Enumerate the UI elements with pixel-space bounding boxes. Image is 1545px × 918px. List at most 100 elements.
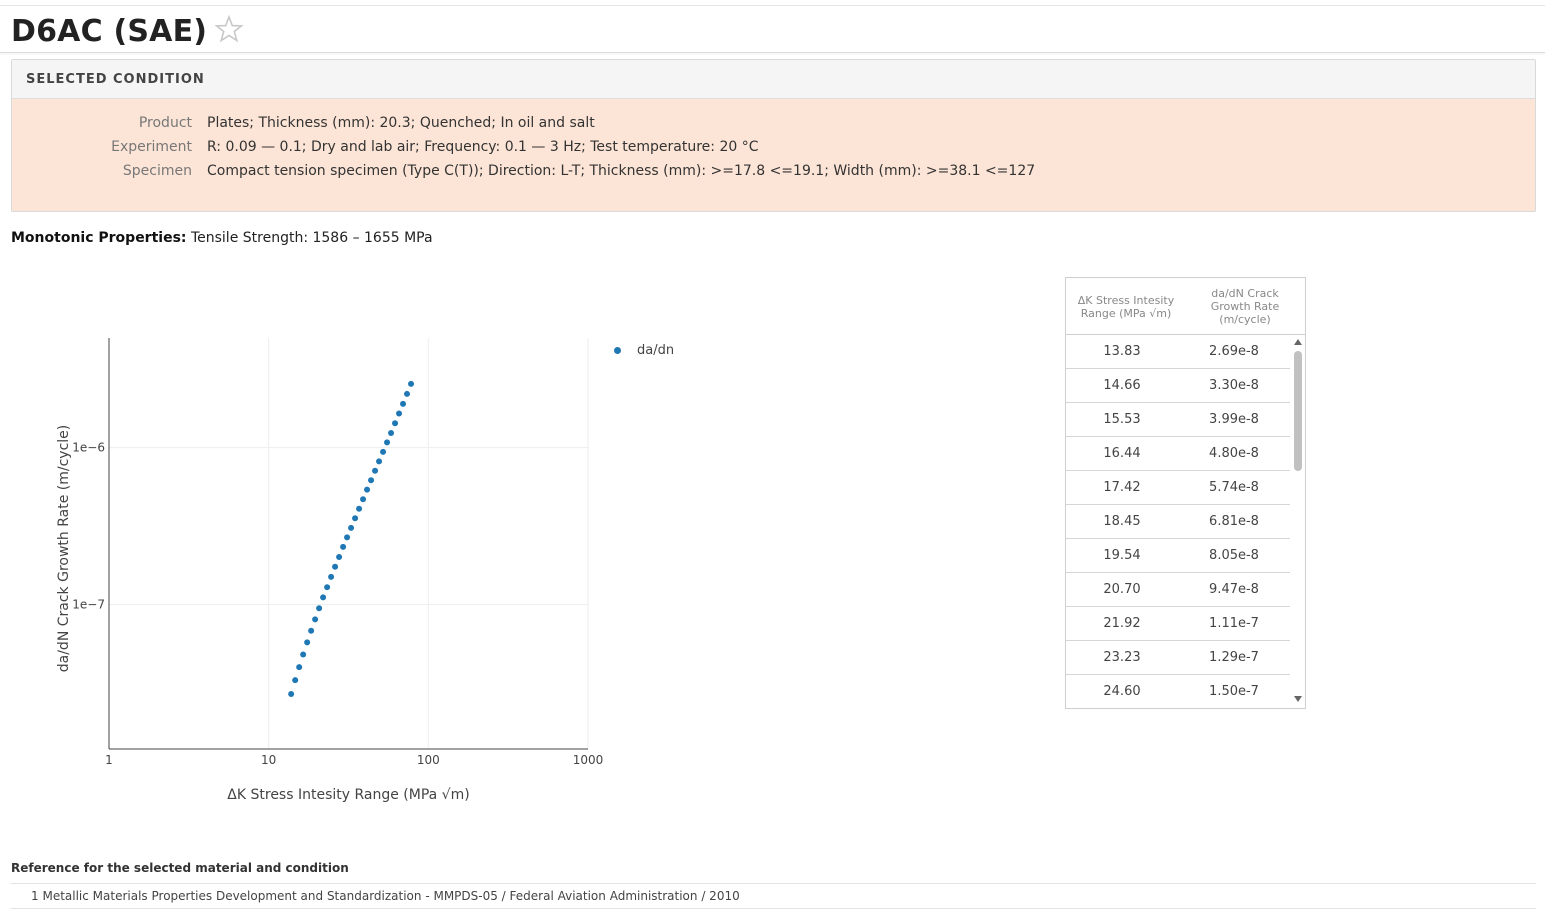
cell-dadn: 1.50e-7 xyxy=(1209,684,1259,699)
cell-dadn: 9.47e-8 xyxy=(1209,582,1259,597)
condition-label: Specimen xyxy=(122,163,192,179)
data-point xyxy=(304,639,311,646)
monotonic-value: Tensile Strength: 1586 – 1655 MPa xyxy=(190,230,433,246)
data-point xyxy=(348,524,355,531)
cell-delta-k: 21.92 xyxy=(1103,616,1141,631)
column-header-dadn[interactable]: da/dN Crack Growth Rate (m/cycle) xyxy=(1190,287,1300,326)
data-point xyxy=(396,410,403,417)
data-point xyxy=(328,573,335,580)
cell-delta-k: 19.54 xyxy=(1103,548,1141,563)
reference-title: Reference for the selected material and … xyxy=(11,861,349,875)
cell-delta-k: 13.83 xyxy=(1103,344,1141,359)
data-point xyxy=(352,515,359,522)
cell-dadn: 1.11e-7 xyxy=(1209,616,1259,631)
data-point xyxy=(292,677,299,684)
data-point xyxy=(380,448,387,455)
data-table: ΔK Stress Intesity Range (MPa √m) da/dN … xyxy=(1065,277,1306,709)
table-row[interactable]: 20.70 9.47e-8 xyxy=(1066,573,1290,607)
x-axis-title: ΔK Stress Intesity Range (MPa √m) xyxy=(227,787,469,803)
condition-row-product: Product Plates; Thickness (mm): 20.3; Qu… xyxy=(12,115,1535,135)
y-tick-label: 1e−6 xyxy=(72,441,105,455)
table-row[interactable]: 21.92 1.11e-7 xyxy=(1066,607,1290,641)
table-row[interactable]: 19.54 8.05e-8 xyxy=(1066,539,1290,573)
data-point xyxy=(408,380,415,387)
reference-text[interactable]: Metallic Materials Properties Developmen… xyxy=(42,889,739,903)
data-point xyxy=(360,496,367,503)
table-row[interactable]: 18.45 6.81e-8 xyxy=(1066,505,1290,539)
table-row[interactable]: 14.66 3.30e-8 xyxy=(1066,369,1290,403)
reference-divider xyxy=(11,883,1536,884)
data-point xyxy=(400,400,407,407)
x-tick-label: 10 xyxy=(261,753,276,767)
scroll-up-arrow-icon[interactable] xyxy=(1294,339,1302,345)
x-tick-label: 100 xyxy=(417,753,440,767)
cell-dadn: 1.29e-7 xyxy=(1209,650,1259,665)
panel-heading: SELECTED CONDITION xyxy=(26,72,205,87)
cell-delta-k: 20.70 xyxy=(1103,582,1141,597)
column-header-delta-k[interactable]: ΔK Stress Intesity Range (MPa √m) xyxy=(1070,294,1182,320)
condition-label: Experiment xyxy=(111,139,192,155)
scrollbar-thumb[interactable] xyxy=(1294,351,1302,471)
data-point xyxy=(404,390,411,397)
y-tick-label: 1e−7 xyxy=(72,598,105,612)
table-row[interactable]: 17.42 5.74e-8 xyxy=(1066,471,1290,505)
data-point xyxy=(324,584,331,591)
cell-dadn: 5.74e-8 xyxy=(1209,480,1259,495)
cell-delta-k: 23.23 xyxy=(1103,650,1141,665)
cell-delta-k: 18.45 xyxy=(1103,514,1141,529)
legend-marker xyxy=(614,347,621,354)
data-point xyxy=(300,651,307,658)
data-point xyxy=(376,458,383,465)
table-row[interactable]: 15.53 3.99e-8 xyxy=(1066,403,1290,437)
data-point xyxy=(392,420,399,427)
condition-row-specimen: Specimen Compact tension specimen (Type … xyxy=(12,163,1535,183)
reference-number: 1 xyxy=(31,889,39,903)
cell-dadn: 6.81e-8 xyxy=(1209,514,1259,529)
y-axis-title: da/dN Crack Growth Rate (m/cycle) xyxy=(56,425,72,673)
table-header: ΔK Stress Intesity Range (MPa √m) da/dN … xyxy=(1066,278,1305,335)
reference-item: 1 Metallic Materials Properties Developm… xyxy=(31,889,740,903)
table-body[interactable]: 13.83 2.69e-8 14.66 3.30e-8 15.53 3.99e-8 16.4… xyxy=(1066,335,1290,708)
data-point xyxy=(320,594,327,601)
table-scrollbar[interactable] xyxy=(1291,335,1305,708)
condition-details: Product Plates; Thickness (mm): 20.3; Qu… xyxy=(12,99,1535,211)
data-point xyxy=(332,563,339,570)
cell-delta-k: 16.44 xyxy=(1103,446,1141,461)
cell-dadn: 3.30e-8 xyxy=(1209,378,1259,393)
cell-dadn: 3.99e-8 xyxy=(1209,412,1259,427)
title-bar: D6AC (SAE) xyxy=(0,6,1545,53)
cell-dadn: 4.80e-8 xyxy=(1209,446,1259,461)
cell-dadn: 8.05e-8 xyxy=(1209,548,1259,563)
table-row[interactable]: 16.44 4.80e-8 xyxy=(1066,437,1290,471)
table-row[interactable]: 24.60 1.50e-7 xyxy=(1066,675,1290,708)
data-point xyxy=(364,486,371,493)
monotonic-label: Monotonic Properties: xyxy=(11,230,187,246)
condition-value: Plates; Thickness (mm): 20.3; Quenched; … xyxy=(207,115,595,131)
data-point xyxy=(312,616,319,623)
data-point xyxy=(296,664,303,671)
condition-value: Compact tension specimen (Type C(T)); Di… xyxy=(207,163,1036,179)
x-tick-label: 1 xyxy=(105,753,113,767)
reference-divider xyxy=(11,908,1536,909)
monotonic-properties: Monotonic Properties: Tensile Strength: … xyxy=(11,230,433,246)
condition-label: Product xyxy=(138,115,192,131)
scroll-down-arrow-icon[interactable] xyxy=(1294,696,1302,702)
crack-growth-chart[interactable]: 1 10 100 1000 1e−7 1e−6 ΔK Stress Intesity Ran… xyxy=(0,260,620,820)
cell-delta-k: 17.42 xyxy=(1103,480,1141,495)
legend-label: da/dn xyxy=(637,343,675,358)
cell-dadn: 2.69e-8 xyxy=(1209,344,1259,359)
data-point xyxy=(356,505,363,512)
table-row[interactable]: 23.23 1.29e-7 xyxy=(1066,641,1290,675)
selected-condition-panel: SELECTED CONDITION Product Plates; Thick… xyxy=(11,59,1536,212)
cell-delta-k: 15.53 xyxy=(1103,412,1141,427)
condition-row-experiment: Experiment R: 0.09 — 0.1; Dry and lab ai… xyxy=(12,139,1535,159)
cell-delta-k: 24.60 xyxy=(1103,684,1141,699)
page-title: D6AC (SAE) xyxy=(11,14,208,49)
data-point xyxy=(288,691,295,698)
data-point xyxy=(344,534,351,541)
data-point xyxy=(388,430,395,437)
star-outline-icon[interactable] xyxy=(214,14,244,44)
cell-delta-k: 14.66 xyxy=(1103,378,1141,393)
data-point xyxy=(316,605,323,612)
table-row[interactable]: 13.83 2.69e-8 xyxy=(1066,335,1290,369)
